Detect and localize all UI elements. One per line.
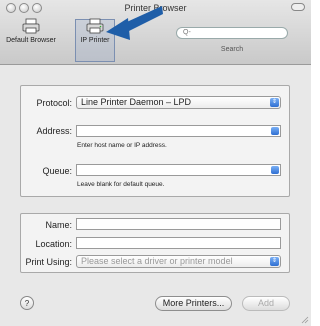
location-label: Location: bbox=[35, 239, 72, 249]
protocol-select[interactable]: Line Printer Daemon – LPD ⇕ bbox=[76, 96, 281, 109]
add-button[interactable]: Add bbox=[242, 296, 290, 311]
toolbar-default-browser[interactable]: Default Browser bbox=[6, 18, 56, 44]
name-field[interactable] bbox=[76, 218, 281, 230]
address-hint: Enter host name or IP address. bbox=[77, 142, 167, 149]
printer-icon bbox=[22, 18, 40, 34]
printer-browser-window: Printer Browser Default Browser IP Print… bbox=[0, 0, 311, 326]
default-browser-label: Default Browser bbox=[6, 37, 56, 44]
location-field[interactable] bbox=[76, 237, 281, 249]
history-dropdown-icon[interactable] bbox=[271, 166, 279, 174]
chevron-updown-icon: ⇕ bbox=[270, 98, 279, 107]
queue-field[interactable] bbox=[76, 164, 281, 176]
name-label: Name: bbox=[45, 220, 72, 230]
chevron-updown-icon: ⇕ bbox=[270, 257, 279, 266]
address-field[interactable] bbox=[76, 125, 281, 137]
queue-hint: Leave blank for default queue. bbox=[77, 181, 165, 188]
print-using-value: Please select a driver or printer model bbox=[81, 256, 233, 266]
search-input[interactable]: Q- bbox=[176, 27, 288, 39]
address-label: Address: bbox=[36, 126, 72, 136]
resize-grip-icon[interactable] bbox=[301, 316, 309, 324]
more-printers-button[interactable]: More Printers... bbox=[155, 296, 232, 311]
help-button[interactable]: ? bbox=[20, 296, 34, 310]
protocol-value: Line Printer Daemon – LPD bbox=[81, 97, 192, 107]
queue-label: Queue: bbox=[42, 166, 72, 176]
print-using-label: Print Using: bbox=[25, 257, 72, 267]
toolbar-toggle-button[interactable] bbox=[291, 3, 305, 11]
print-using-select[interactable]: Please select a driver or printer model … bbox=[76, 255, 281, 268]
protocol-label: Protocol: bbox=[36, 98, 72, 108]
callout-arrow-icon bbox=[106, 6, 163, 40]
history-dropdown-icon[interactable] bbox=[271, 127, 279, 135]
search-label: Search bbox=[220, 46, 244, 53]
